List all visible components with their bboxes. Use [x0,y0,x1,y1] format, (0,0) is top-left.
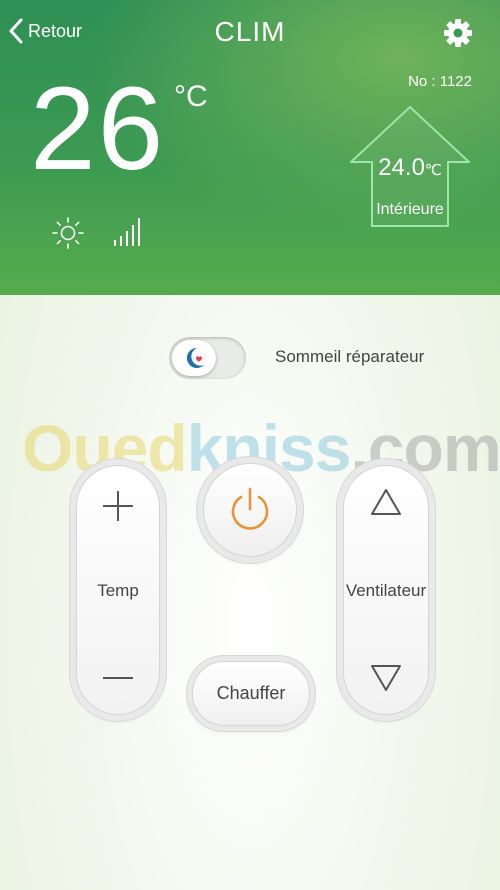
indoor-temperature-unit: ℃ [424,162,442,179]
sleep-toggle[interactable] [169,337,246,379]
fan-label: Ventilateur [345,581,427,600]
heat-button[interactable]: Chauffer [192,661,310,726]
triangle-up-icon [371,489,401,515]
indoor-temperature-value: 24.0 [378,154,425,181]
heat-label: Chauffer [216,683,286,703]
minus-icon [103,677,133,679]
temp-up-button[interactable] [77,476,159,536]
power-icon [231,487,269,530]
plus-icon [103,491,133,521]
device-number: No : 1122 [408,73,472,90]
signal-bars-icon [114,218,140,246]
temperature-unit: °C [174,80,208,113]
fan-down-button[interactable] [344,648,428,708]
temp-label: Temp [97,581,139,600]
fan-control: Ventilateur [343,465,429,715]
moon-heart-icon [186,347,204,368]
power-button[interactable] [203,463,297,557]
page-title: CLIM [214,16,286,47]
fan-up-button[interactable] [344,472,428,532]
temp-down-button[interactable] [77,648,159,708]
temp-control: Temp [76,465,160,715]
indoor-temperature: 24.0℃ [348,154,472,182]
set-temperature: 26 [30,63,166,195]
gear-icon[interactable] [443,18,473,48]
indoor-label: Intérieure [376,201,444,218]
triangle-down-icon [371,665,401,691]
header-panel: Retour CLIM 26 °C No : 1122 24.0℃ Intéri… [0,0,500,295]
toggle-knob [172,340,216,376]
sleep-label: Sommeil réparateur [275,347,425,366]
sun-icon [52,217,84,249]
